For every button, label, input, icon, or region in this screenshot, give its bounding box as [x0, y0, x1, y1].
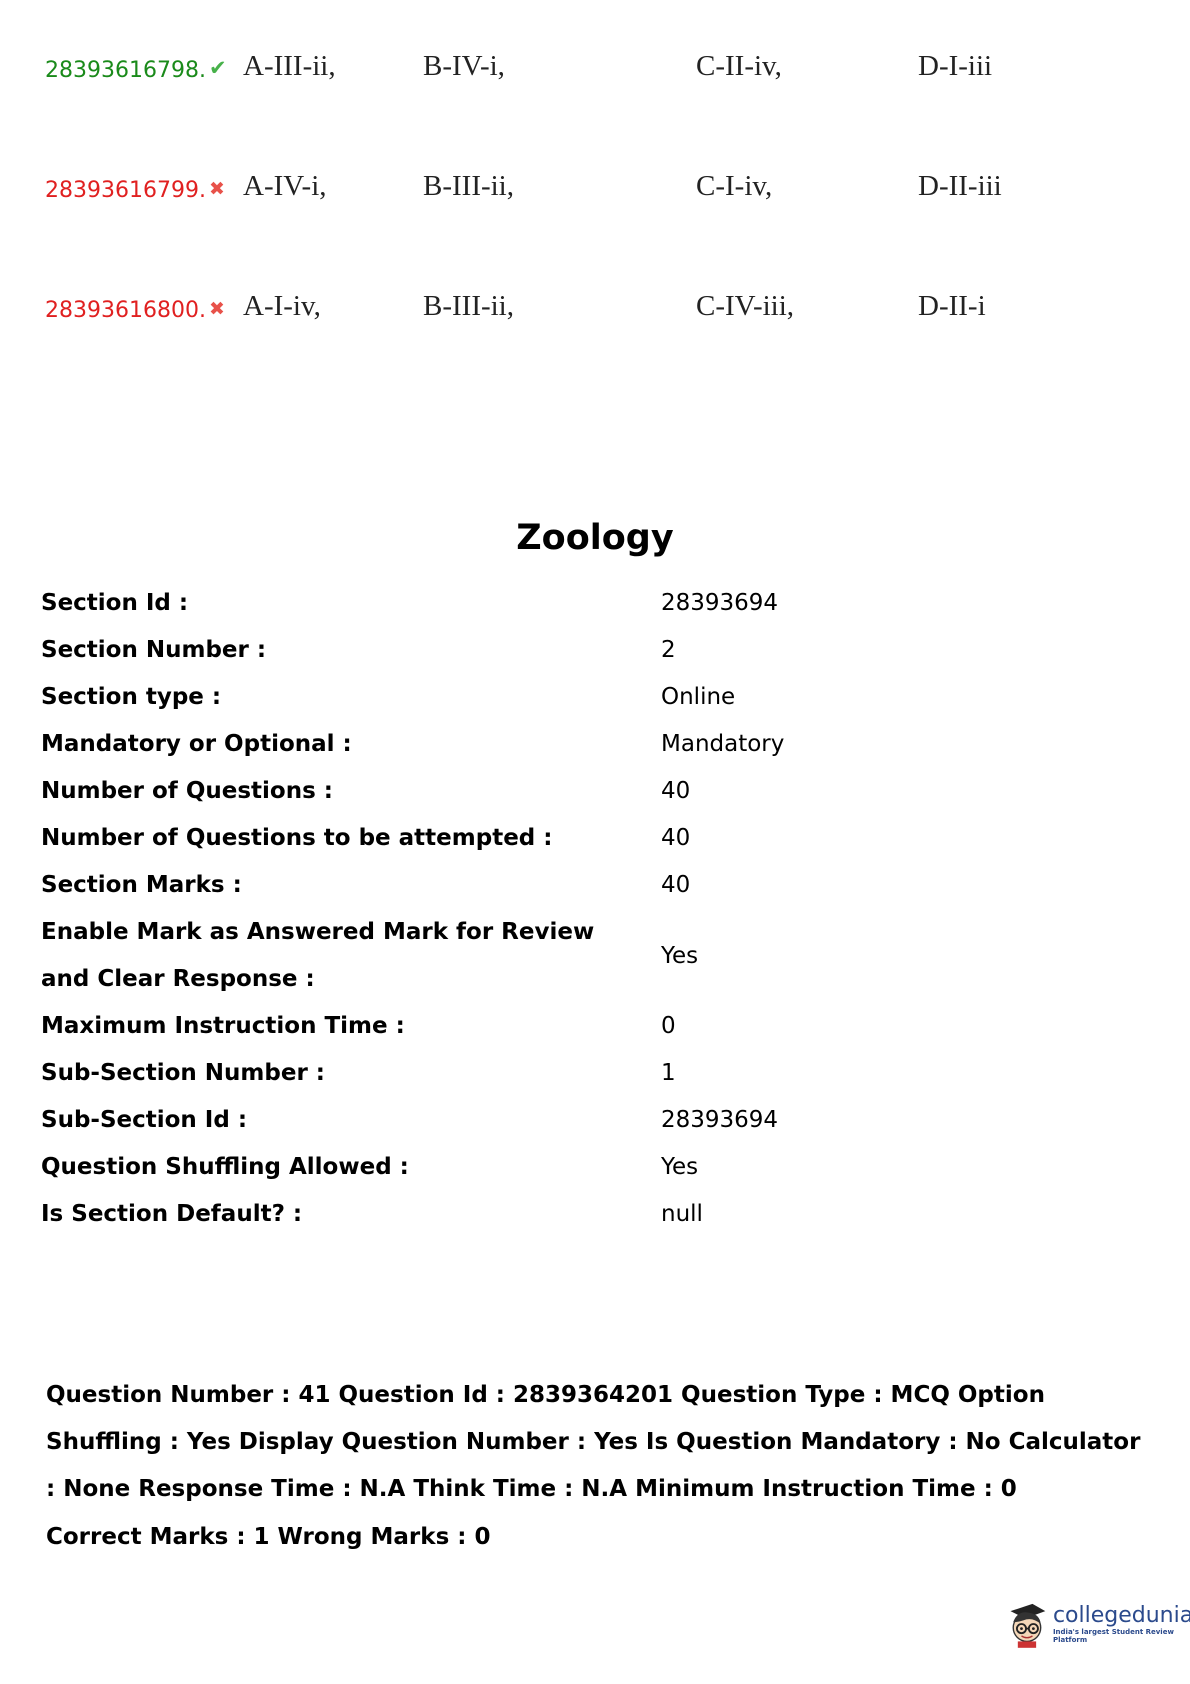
info-label: Mandatory or Optional :: [41, 731, 352, 757]
option-cell: A-IV-i,: [243, 170, 327, 202]
info-label: Section Number :: [41, 637, 267, 663]
check-icon: ✔: [209, 56, 227, 80]
info-value: 28393694: [661, 1107, 779, 1133]
info-row: Is Section Default? : null: [41, 1191, 1141, 1238]
info-row: Section Id : 28393694: [41, 580, 1141, 627]
info-row: Section Marks : 40: [41, 862, 1141, 909]
info-row: Number of Questions : 40: [41, 768, 1141, 815]
info-value: Mandatory: [661, 731, 785, 757]
info-row: Mandatory or Optional : Mandatory: [41, 721, 1141, 768]
collegedunia-logo: collegedunia India's largest Student Rev…: [1005, 1598, 1190, 1650]
info-row: Sub-Section Number : 1: [41, 1050, 1141, 1097]
marks-line: Correct Marks : 1 Wrong Marks : 0: [46, 1524, 491, 1550]
info-row: Section type : Online: [41, 674, 1141, 721]
info-label: Section Id :: [41, 590, 189, 616]
option-cell: B-III-ii,: [423, 290, 514, 322]
option-cell: D-I-iii: [918, 50, 993, 82]
section-title: Zoology: [516, 518, 674, 558]
info-value: Yes: [661, 1154, 699, 1180]
logo-tagline: India's largest Student Review Platform: [1052, 1628, 1174, 1644]
cross-icon: ✖: [209, 298, 225, 320]
option-row: 28393616798. ✔ A-III-ii, B-IV-i, C-II-iv…: [0, 50, 1190, 90]
info-row: Enable Mark as Answered Mark for Review …: [41, 909, 1141, 1003]
question-metadata: Question Number : 41 Question Id : 28393…: [46, 1382, 1141, 1502]
option-cell: A-I-iv,: [243, 290, 321, 322]
info-label: Section Marks :: [41, 872, 242, 898]
info-value: 2: [661, 637, 676, 663]
info-label: Question Shuffling Allowed :: [41, 1154, 409, 1180]
info-value: Online: [661, 684, 736, 710]
section-info-table: Section Id : 28393694 Section Number : 2…: [41, 580, 1141, 1238]
info-label: Section type :: [41, 684, 222, 710]
info-label: Enable Mark as Answered Mark for Review …: [41, 919, 595, 992]
info-value: 40: [661, 778, 691, 804]
option-row: 28393616799. ✖ A-IV-i, B-III-ii, C-I-iv,…: [0, 170, 1190, 210]
info-label: Is Section Default? :: [41, 1201, 303, 1227]
option-id: 28393616799.: [45, 178, 206, 203]
info-row: Number of Questions to be attempted : 40: [41, 815, 1141, 862]
option-id: 28393616798.: [45, 58, 206, 83]
option-cell: B-IV-i,: [423, 50, 505, 82]
info-row: Maximum Instruction Time : 0: [41, 1003, 1141, 1050]
option-cell: D-II-iii: [918, 170, 1002, 202]
cross-icon: ✖: [209, 178, 225, 200]
info-label: Sub-Section Number :: [41, 1060, 326, 1086]
option-cell: D-II-i: [918, 290, 986, 322]
option-row: 28393616800. ✖ A-I-iv, B-III-ii, C-IV-ii…: [0, 290, 1190, 330]
option-id: 28393616800.: [45, 298, 206, 323]
info-value: Yes: [661, 942, 699, 969]
info-row: Question Shuffling Allowed : Yes: [41, 1144, 1141, 1191]
option-cell: A-III-ii,: [243, 50, 336, 82]
info-value: 1: [661, 1060, 676, 1086]
info-label: Number of Questions :: [41, 778, 333, 804]
option-cell: C-I-iv,: [696, 170, 773, 202]
logo-name: collegedunia: [1052, 1603, 1190, 1628]
option-cell: C-II-iv,: [696, 50, 782, 82]
mascot-icon: [1010, 1603, 1046, 1648]
info-value: 28393694: [661, 590, 779, 616]
option-cell: B-III-ii,: [423, 170, 514, 202]
info-value: null: [661, 1201, 703, 1227]
info-row: Section Number : 2: [41, 627, 1141, 674]
info-value: 0: [661, 1013, 676, 1039]
info-label: Maximum Instruction Time :: [41, 1013, 405, 1039]
info-row: Sub-Section Id : 28393694: [41, 1097, 1141, 1144]
info-value: 40: [661, 872, 691, 898]
info-label: Sub-Section Id :: [41, 1107, 248, 1133]
option-cell: C-IV-iii,: [696, 290, 795, 322]
info-label: Number of Questions to be attempted :: [41, 825, 553, 851]
info-value: 40: [661, 825, 691, 851]
